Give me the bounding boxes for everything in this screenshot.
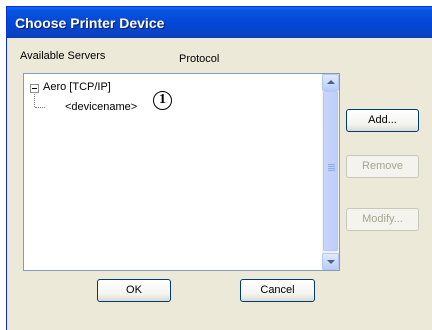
modify-button[interactable]: Modify... [346, 208, 419, 231]
title-bar[interactable]: Choose Printer Device [7, 7, 432, 38]
choose-printer-dialog: Choose Printer Device Available Servers … [6, 6, 432, 330]
server-tree-list[interactable]: Aero [TCP/IP] <devicename> [23, 73, 340, 271]
callout-number-badge: 1 [153, 91, 172, 110]
scroll-up-icon [327, 80, 335, 84]
scroll-thumb[interactable] [323, 91, 338, 251]
thumb-grip-line [328, 166, 335, 167]
tree-item-server[interactable]: Aero [TCP/IP] [43, 81, 111, 93]
tree-connector-branch [35, 107, 45, 108]
vertical-scrollbar[interactable] [322, 74, 339, 270]
ok-button[interactable]: OK [97, 279, 171, 302]
scroll-down-button[interactable] [322, 253, 339, 270]
tree-connector-line [34, 94, 35, 107]
cancel-button[interactable]: Cancel [240, 279, 315, 302]
tree-collapse-icon[interactable] [30, 84, 39, 93]
thumb-grip-line [328, 170, 335, 171]
protocol-header: Protocol [179, 53, 220, 65]
thumb-grip-line [328, 168, 335, 169]
available-servers-header: Available Servers [20, 50, 106, 62]
tree-item-device[interactable]: <devicename> [65, 101, 137, 113]
remove-button[interactable]: Remove [346, 155, 419, 178]
scroll-down-icon [327, 260, 335, 264]
add-button[interactable]: Add... [346, 109, 419, 132]
dialog-title: Choose Printer Device [15, 15, 165, 31]
scroll-up-button[interactable] [322, 74, 339, 91]
thumb-grip-line [328, 164, 335, 165]
